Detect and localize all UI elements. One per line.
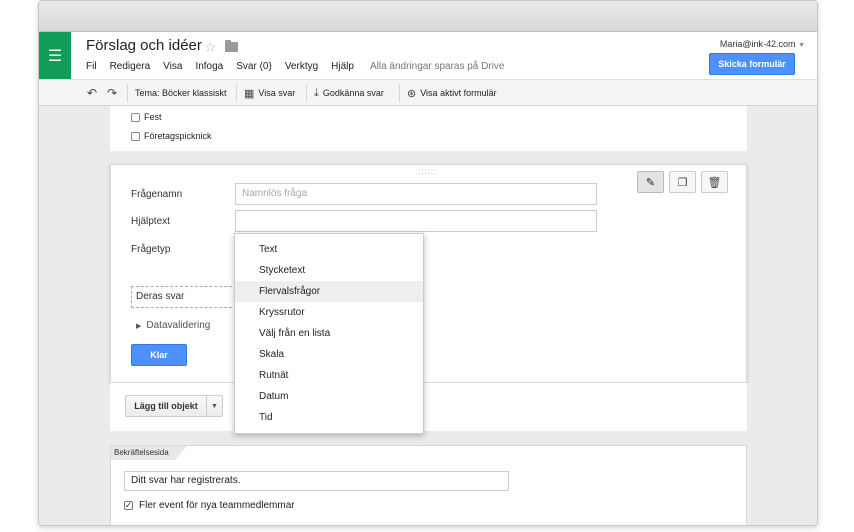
menu-file[interactable]: Fil xyxy=(86,61,97,72)
undo-icon[interactable]: ↶ xyxy=(87,80,97,106)
menu-responses[interactable]: Svar (0) xyxy=(236,61,272,72)
drag-handle-icon[interactable]: :::::: xyxy=(418,167,437,176)
menu-tools[interactable]: Verktyg xyxy=(285,61,318,72)
menu-view[interactable]: Visa xyxy=(163,61,182,72)
confirmation-tab: Bekräftelsesida xyxy=(111,446,187,460)
star-icon[interactable]: ☆ xyxy=(204,39,217,56)
chevron-down-icon: ▼ xyxy=(798,42,805,49)
caret-right-icon: ▶ xyxy=(136,323,142,330)
chevron-down-icon[interactable]: ▼ xyxy=(206,396,222,416)
menu-edit[interactable]: Redigera xyxy=(110,61,151,72)
option-row: Fest xyxy=(131,112,162,122)
toolbar-divider xyxy=(127,84,128,102)
previous-question-card[interactable]: Fest Företagspicknick xyxy=(110,106,747,151)
view-live-form-label: Visa aktivt formulär xyxy=(420,88,497,98)
help-text-input[interactable] xyxy=(235,210,597,232)
account-menu[interactable]: Maria@ink-42.com ▼ xyxy=(720,39,805,49)
data-validation-toggle[interactable]: ▶ Datavalidering xyxy=(136,320,210,331)
question-type-option-selected[interactable]: Flervalsfrågor xyxy=(235,281,423,302)
menu-insert[interactable]: Infoga xyxy=(195,61,223,72)
menu-help[interactable]: Hjälp xyxy=(331,61,354,72)
done-button[interactable]: Klar xyxy=(131,344,187,366)
add-item-label: Lägg till objekt xyxy=(134,401,198,411)
option-row: Företagspicknick xyxy=(131,131,212,141)
theme-button[interactable]: Tema: Böcker klassiskt xyxy=(135,80,227,106)
question-type-dropdown[interactable]: Text Stycketext Flervalsfrågor Kryssruto… xyxy=(234,233,424,434)
trash-icon[interactable]: 🗑 xyxy=(701,171,728,193)
account-email: Maria@ink-42.com xyxy=(719,39,796,49)
question-name-label: Frågenamn xyxy=(131,189,183,200)
accept-responses-button[interactable]: ⤓ Godkänna svar xyxy=(314,80,384,106)
send-form-button[interactable]: Skicka formulär xyxy=(709,53,795,75)
view-responses-label: Visa svar xyxy=(258,88,296,98)
confirmation-message-input[interactable]: Ditt svar har registrerats. xyxy=(124,471,509,491)
duplicate-icon[interactable]: ❐ xyxy=(669,171,696,193)
add-item-area: Lägg till objekt ▼ xyxy=(110,383,747,431)
form-editor-area: Fest Företagspicknick :::::: ✎ ❐ 🗑 Fråge… xyxy=(39,106,817,525)
confirmation-page-card: Bekräftelsesida Ditt svar har registrera… xyxy=(110,445,747,525)
question-type-option[interactable]: Skala xyxy=(235,344,423,365)
view-responses-button[interactable]: ▦ Visa svar xyxy=(244,80,295,106)
view-live-form-button[interactable]: ⊛ Visa aktivt formulär xyxy=(407,80,497,106)
live-form-icon: ⊛ xyxy=(407,87,417,100)
toolbar: ↶ ↷ Tema: Böcker klassiskt ▦ Visa svar ⤓ G… xyxy=(39,79,817,106)
save-status: Alla ändringar sparas på Drive xyxy=(369,61,505,72)
form-title[interactable]: Förslag och idéer xyxy=(86,37,202,54)
checkbox[interactable] xyxy=(131,131,140,141)
question-type-option[interactable]: Kryssrutor xyxy=(235,302,423,323)
toolbar-divider xyxy=(399,84,400,102)
question-name-input[interactable]: Namnlös fråga xyxy=(235,183,597,205)
download-tray-icon: ⤓ xyxy=(314,86,319,99)
pencil-icon[interactable]: ✎ xyxy=(637,171,664,193)
app-header: ☰ Förslag och idéer ☆ Fil Redigera Visa … xyxy=(39,32,817,79)
browser-window: ☰ Förslag och idéer ☆ Fil Redigera Visa … xyxy=(38,0,818,526)
menu-bar: Fil Redigera Visa Infoga Svar (0) Verkty… xyxy=(86,61,517,72)
theme-label: Tema: Böcker klassiskt xyxy=(135,88,227,98)
add-item-button[interactable]: Lägg till objekt ▼ xyxy=(125,395,223,417)
forms-logo-icon[interactable]: ☰ xyxy=(39,32,71,79)
option-label: Fest xyxy=(144,112,162,122)
toolbar-divider xyxy=(306,84,307,102)
redo-icon[interactable]: ↷ xyxy=(107,80,117,106)
question-edit-card: :::::: ✎ ❐ 🗑 Frågenamn Namnlös fråga Hjä… xyxy=(110,164,747,383)
option-label: Företagspicknick xyxy=(144,131,212,141)
question-type-label: Frågetyp xyxy=(131,244,171,255)
window-chrome xyxy=(39,1,817,32)
help-text-label: Hjälptext xyxy=(131,216,170,227)
question-type-option[interactable]: Stycketext xyxy=(235,260,423,281)
question-type-option[interactable]: Text xyxy=(235,239,423,260)
toolbar-divider xyxy=(236,84,237,102)
question-type-option[interactable]: Välj från en lista xyxy=(235,323,423,344)
answer-preview: Deras svar xyxy=(131,286,237,308)
data-validation-label: Datavalidering xyxy=(146,320,211,331)
table-icon: ▦ xyxy=(244,87,255,100)
checkbox-checked[interactable]: ✓ xyxy=(124,500,133,510)
accept-responses-label: Godkänna svar xyxy=(322,88,384,98)
folder-icon[interactable] xyxy=(225,40,238,52)
checkbox[interactable] xyxy=(131,112,140,122)
question-type-option[interactable]: Tid xyxy=(235,407,423,428)
question-type-option[interactable]: Rutnät xyxy=(235,365,423,386)
more-events-label: Fler event för nya teammedlemmar xyxy=(139,500,295,511)
more-events-option[interactable]: ✓ Fler event för nya teammedlemmar xyxy=(124,500,295,511)
question-type-option[interactable]: Datum xyxy=(235,386,423,407)
